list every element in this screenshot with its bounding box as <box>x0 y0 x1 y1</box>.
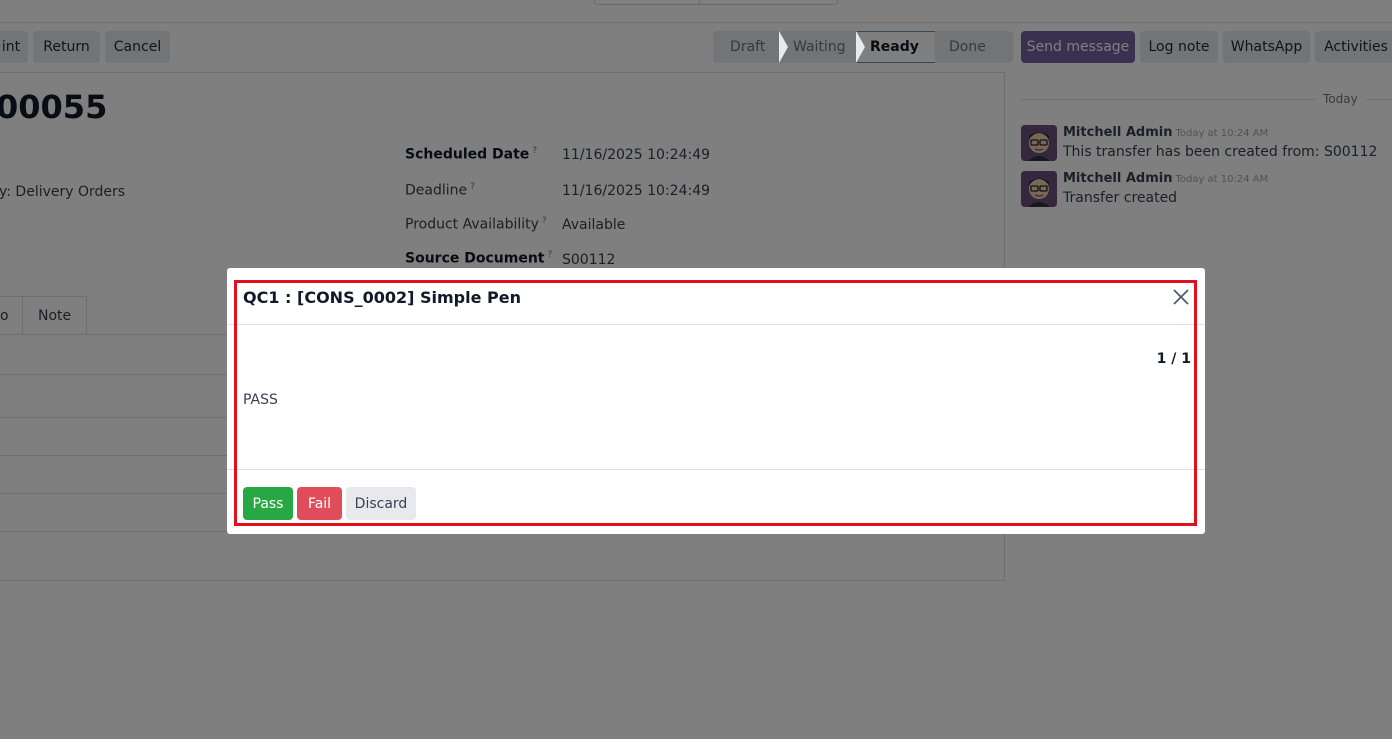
dialog-body: 1 / 1 PASS <box>227 326 1205 469</box>
dialog-header: QC1 : [CONS_0002] Simple Pen <box>227 268 1205 325</box>
check-result: PASS <box>243 392 278 408</box>
dialog-footer: Pass Fail Discard <box>227 469 1205 534</box>
close-icon[interactable] <box>1171 287 1191 307</box>
discard-button[interactable]: Discard <box>346 487 416 520</box>
check-counter: 1 / 1 <box>1156 351 1191 367</box>
quality-check-dialog: QC1 : [CONS_0002] Simple Pen 1 / 1 PASS … <box>227 268 1205 534</box>
pass-button[interactable]: Pass <box>243 487 293 520</box>
dialog-title: QC1 : [CONS_0002] Simple Pen <box>243 288 522 307</box>
fail-button[interactable]: Fail <box>297 487 342 520</box>
